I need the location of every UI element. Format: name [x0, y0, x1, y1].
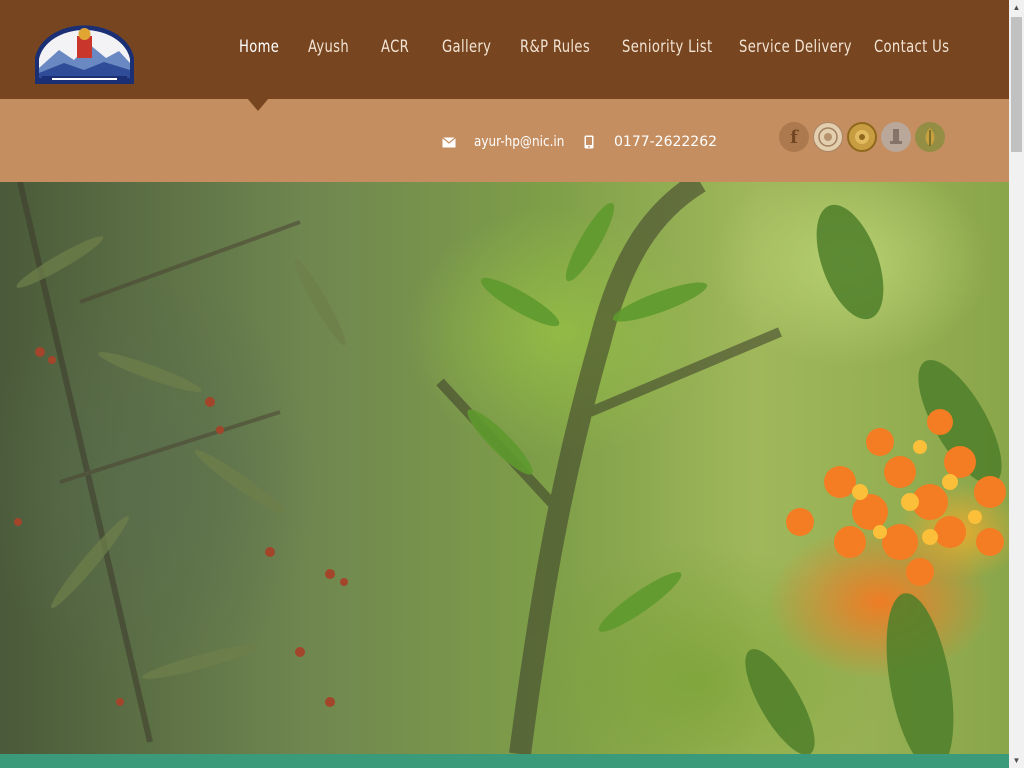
nav-acr[interactable]: ACR — [381, 37, 409, 57]
scrollbar-thumb[interactable] — [1011, 17, 1022, 152]
nav-rp-rules[interactable]: R&P Rules — [520, 37, 590, 57]
contact-phone[interactable]: 0177-2622262 — [580, 133, 717, 151]
scroll-up-arrow-icon[interactable]: ▲ — [1009, 0, 1024, 15]
facebook-letter: f — [790, 126, 798, 148]
mobile-phone-icon — [580, 133, 598, 151]
nav-gallery[interactable]: Gallery — [442, 37, 491, 57]
envelope-icon — [440, 133, 458, 151]
ashoka-emblem-icon[interactable] — [881, 122, 911, 152]
main-nav: Home Ayush ACR Gallery R&P Rules Seniori… — [0, 0, 1009, 99]
contact-email[interactable]: ayur-hp@nic.in — [440, 133, 579, 151]
social-links: f — [779, 122, 945, 152]
page: Home Ayush ACR Gallery R&P Rules Seniori… — [0, 0, 1009, 768]
seal-emblem-icon[interactable] — [813, 122, 843, 152]
gold-emblem-icon[interactable] — [847, 122, 877, 152]
ayush-logo-icon[interactable] — [915, 122, 945, 152]
nav-home[interactable]: Home — [239, 37, 279, 57]
top-header: Home Ayush ACR Gallery R&P Rules Seniori… — [0, 0, 1009, 99]
hero-banner — [0, 182, 1009, 754]
page-scrollbar[interactable]: ▲ ▼ — [1009, 0, 1024, 768]
nav-ayush[interactable]: Ayush — [308, 37, 349, 57]
scroll-down-arrow-icon[interactable]: ▼ — [1009, 753, 1024, 768]
nav-contact-us[interactable]: Contact Us — [874, 37, 949, 57]
nav-seniority-list[interactable]: Seniority List — [622, 37, 712, 57]
phone-text: 0177-2622262 — [614, 134, 718, 150]
email-text: ayur-hp@nic.in — [474, 134, 565, 150]
hero-bottom-strip — [0, 754, 1009, 768]
active-nav-indicator — [247, 98, 269, 111]
facebook-icon[interactable]: f — [779, 122, 809, 152]
medicinal-plants-banner-image — [14, 182, 1006, 754]
nav-service-delivery[interactable]: Service Delivery — [739, 37, 852, 57]
